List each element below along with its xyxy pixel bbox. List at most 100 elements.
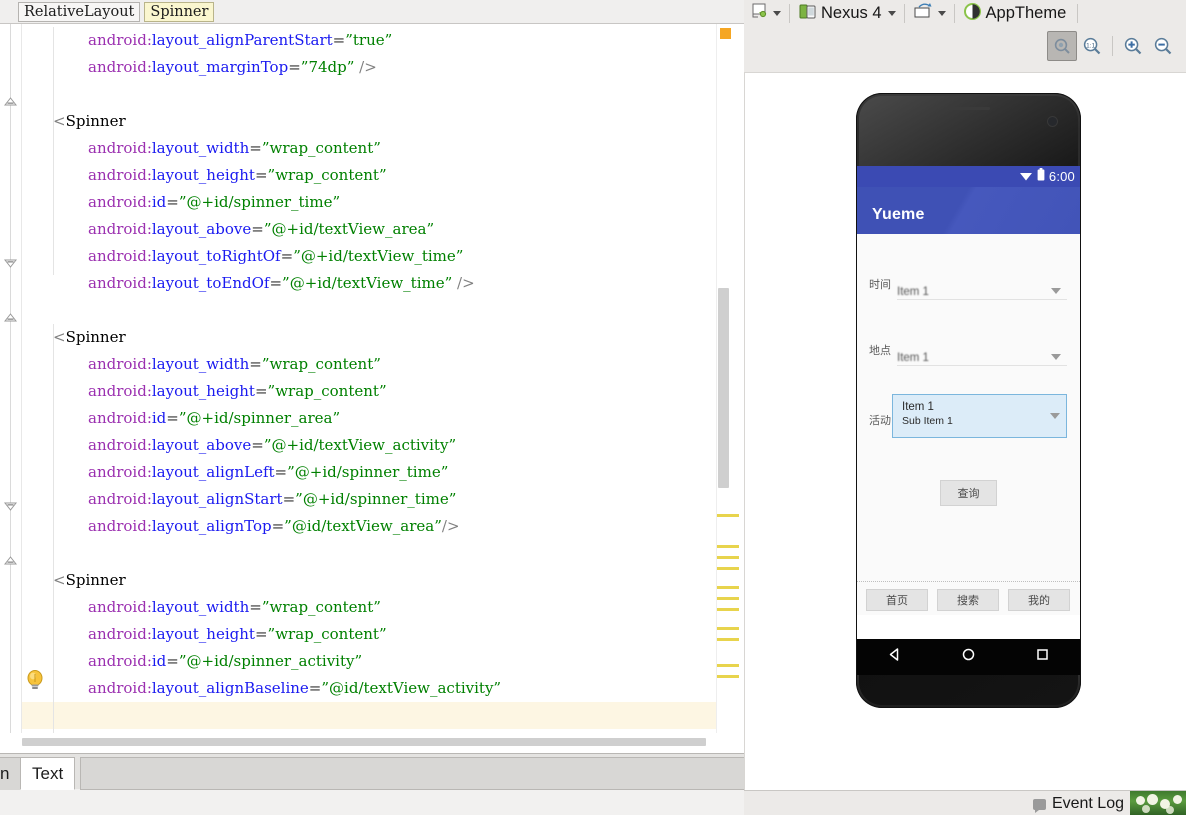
- scrollbar-thumb[interactable]: [718, 288, 729, 488]
- code-line[interactable]: android:layout_alignStart=”@+id/spinner_…: [88, 486, 456, 513]
- code-line[interactable]: android:layout_width=”wrap_content”: [88, 351, 381, 378]
- bottom-button-bar: 首页 搜索 我的: [857, 581, 1080, 615]
- code-line[interactable]: android:id=”@+id/spinner_activity”: [88, 648, 362, 675]
- app-bar: Yueme: [857, 187, 1080, 234]
- orientation-dropdown[interactable]: [907, 1, 952, 27]
- chevron-down-icon: [1051, 288, 1061, 294]
- android-navigation-bar[interactable]: [857, 639, 1080, 675]
- hscrollbar-thumb[interactable]: [22, 738, 706, 746]
- intention-lightbulb-icon[interactable]: [22, 668, 48, 694]
- code-line[interactable]: android:layout_width=”wrap_content”: [88, 594, 381, 621]
- code-line[interactable]: android:layout_width=”wrap_content”: [88, 135, 381, 162]
- code-line[interactable]: <Spinner: [53, 567, 126, 594]
- spinner-activity-subvalue: Sub Item 1: [902, 415, 953, 427]
- status-bar-right: 6:00: [1019, 166, 1075, 187]
- editor-marker-gutter[interactable]: [716, 24, 744, 733]
- code-line[interactable]: android:layout_toRightOf=”@+id/textView_…: [88, 243, 463, 270]
- recents-square-icon[interactable]: [1035, 647, 1050, 667]
- zoom-to-fit-button[interactable]: [1047, 31, 1077, 61]
- label-place: 地点: [869, 345, 891, 357]
- chevron-down-icon: [937, 11, 946, 16]
- fold-collapse-icon[interactable]: [3, 553, 18, 568]
- warning-marker[interactable]: [717, 514, 739, 517]
- zoom-in-button[interactable]: [1118, 31, 1148, 61]
- phone-front-camera-icon: [1048, 117, 1057, 126]
- fold-collapse-icon[interactable]: [3, 310, 18, 325]
- code-line[interactable]: android:layout_marginTop=”74dp” />: [88, 54, 377, 81]
- code-line[interactable]: android:layout_alignTop=”@id/textView_ar…: [88, 513, 460, 540]
- code-folding-gutter[interactable]: [0, 24, 22, 733]
- warning-marker[interactable]: [717, 664, 739, 667]
- toolbar-separator: [789, 4, 790, 23]
- wifi-icon: [1019, 168, 1033, 186]
- event-log-button[interactable]: Event Log: [1032, 795, 1124, 813]
- preview-canvas[interactable]: 6:00 Yueme 时间 Item 1 地点 Item 1 活动 Item 1…: [744, 72, 1186, 790]
- zoom-separator: [1112, 36, 1113, 56]
- indent-guide: [53, 27, 54, 275]
- device-screen-icon: [750, 1, 770, 26]
- tab-text[interactable]: Text: [20, 757, 76, 790]
- warning-marker[interactable]: [717, 608, 739, 611]
- inspection-status-indicator[interactable]: [720, 28, 731, 39]
- query-button[interactable]: 查询: [940, 480, 997, 506]
- warning-marker[interactable]: [717, 545, 739, 548]
- warning-marker[interactable]: [717, 556, 739, 559]
- device-selector-dropdown[interactable]: Nexus 4: [792, 1, 902, 27]
- warning-marker[interactable]: [717, 675, 739, 678]
- spinner-activity-selected[interactable]: Item 1 Sub Item 1: [892, 394, 1067, 438]
- code-line[interactable]: android:id=”@+id/spinner_time”: [88, 189, 340, 216]
- bottom-button-search[interactable]: 搜索: [937, 589, 999, 611]
- code-line[interactable]: android:layout_height=”wrap_content”: [88, 378, 387, 405]
- fold-expand-icon[interactable]: [3, 499, 18, 514]
- spinner-time[interactable]: Item 1: [897, 282, 1067, 300]
- code-line[interactable]: android:layout_toEndOf=”@+id/textView_ti…: [88, 270, 475, 297]
- editor-horizontal-scrollbar[interactable]: [22, 737, 716, 747]
- code-text-area[interactable]: android:layout_alignParentStart=”true” an…: [22, 24, 716, 733]
- fold-collapse-icon[interactable]: [3, 94, 18, 109]
- back-triangle-icon[interactable]: [887, 647, 902, 667]
- zoom-actual-size-button[interactable]: 1:1: [1077, 31, 1107, 61]
- code-line[interactable]: android:layout_alignLeft=”@+id/spinner_a…: [88, 729, 448, 733]
- bottom-button-mine[interactable]: 我的: [1008, 589, 1070, 611]
- spinner-area[interactable]: Item 1: [897, 348, 1067, 366]
- device-screen[interactable]: 6:00 Yueme 时间 Item 1 地点 Item 1 活动 Item 1…: [857, 166, 1080, 639]
- code-line[interactable]: android:layout_height=”wrap_content”: [88, 162, 387, 189]
- chevron-down-icon: [1051, 354, 1061, 360]
- device-config-dropdown[interactable]: [744, 1, 787, 27]
- tab-design[interactable]: n: [0, 757, 22, 790]
- code-line[interactable]: android:layout_above=”@+id/textView_acti…: [88, 432, 456, 459]
- code-line[interactable]: android:layout_alignParentStart=”true”: [88, 27, 392, 54]
- ide-status-bar: Event Log: [744, 790, 1186, 815]
- warning-marker[interactable]: [717, 638, 739, 641]
- spinner-time-value: Item 1: [897, 286, 929, 298]
- warning-marker[interactable]: [717, 586, 739, 589]
- code-line[interactable]: android:layout_height=”wrap_content”: [88, 621, 387, 648]
- code-line[interactable]: android:layout_above=”@+id/textView_area…: [88, 216, 434, 243]
- code-line[interactable]: <Spinner: [53, 324, 126, 351]
- theme-name-label: AppTheme: [985, 4, 1067, 22]
- home-circle-icon[interactable]: [961, 647, 976, 667]
- code-line[interactable]: <Spinner: [53, 108, 126, 135]
- warning-marker[interactable]: [717, 627, 739, 630]
- chevron-down-icon: [1050, 413, 1060, 419]
- theme-selector[interactable]: AppTheme: [957, 1, 1076, 27]
- breadcrumb-item-relativelayout[interactable]: RelativeLayout: [18, 1, 141, 22]
- fold-expand-icon[interactable]: [3, 256, 18, 271]
- zoom-out-button[interactable]: [1148, 31, 1178, 61]
- code-line[interactable]: android:id=”@+id/spinner_area”: [88, 405, 340, 432]
- battery-icon: [1037, 167, 1045, 186]
- code-line[interactable]: android:layout_alignLeft=”@+id/spinner_t…: [88, 459, 448, 486]
- image-thumbnail: [1130, 791, 1186, 815]
- toolbar-separator: [1077, 4, 1079, 23]
- toolbar-separator: [903, 4, 905, 23]
- label-time: 时间: [869, 279, 891, 291]
- breadcrumb: RelativeLayout Spinner: [0, 0, 744, 24]
- warning-marker[interactable]: [717, 597, 739, 600]
- code-line[interactable]: android:layout_alignBaseline=”@id/textVi…: [88, 675, 501, 702]
- bottom-button-home[interactable]: 首页: [866, 589, 928, 611]
- breadcrumb-item-spinner[interactable]: Spinner: [144, 1, 215, 22]
- preview-zoom-controls: 1:1: [1047, 31, 1178, 61]
- warning-marker[interactable]: [717, 567, 739, 570]
- android-status-bar: 6:00: [857, 166, 1080, 187]
- editor-vertical-scrollbar[interactable]: [717, 48, 731, 757]
